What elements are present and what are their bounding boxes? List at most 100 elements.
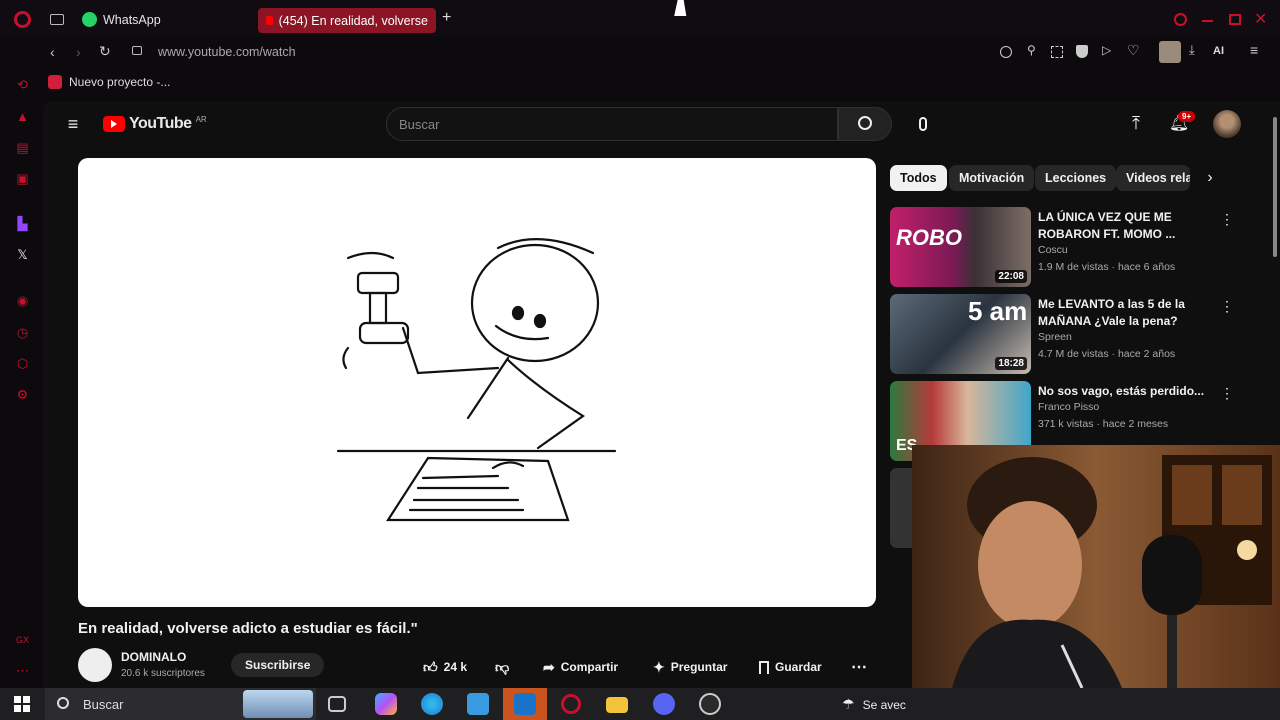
copilot-icon[interactable]	[375, 693, 397, 715]
more-actions-icon[interactable]: ⋯	[851, 654, 867, 680]
flow-icon[interactable]: ⟲	[14, 76, 31, 93]
pinboard-icon[interactable]: ▲	[14, 108, 31, 125]
search-button[interactable]	[838, 107, 892, 141]
more-icon[interactable]: ⋯	[14, 662, 31, 679]
youtube-play-icon	[103, 116, 125, 132]
maximize-icon[interactable]	[1229, 14, 1241, 25]
store-icon[interactable]	[467, 693, 489, 715]
scrollbar[interactable]	[1270, 101, 1280, 446]
chip-videos-relacionados[interactable]: Videos rela	[1116, 165, 1190, 191]
play-icon[interactable]: ▷	[1102, 43, 1111, 57]
notif-badge: 9+	[1178, 111, 1196, 122]
subscribe-button[interactable]: Suscribirse	[231, 653, 325, 677]
bookmark-icon	[759, 660, 769, 674]
more-options-icon[interactable]: ⋮	[1220, 385, 1234, 402]
mic-icon[interactable]	[913, 113, 933, 135]
whatsapp-icon	[82, 12, 97, 27]
extensions-icon[interactable]: ⬡	[14, 355, 31, 372]
history-icon[interactable]: ◷	[14, 324, 31, 341]
hamburger-menu-icon[interactable]: ≡	[64, 113, 82, 135]
channel-name: Franco Pisso	[1038, 401, 1100, 413]
steam-icon[interactable]	[699, 693, 721, 715]
taskbar-search-input[interactable]: Buscar	[45, 688, 316, 720]
tab-youtube-active[interactable]: (454) En realidad, volverse	[258, 8, 436, 33]
video-title: Me LEVANTO a las 5 de la MAÑANA ¿Vale la…	[1038, 297, 1185, 328]
settings-icon[interactable]: ⚙	[14, 386, 31, 403]
youtube-logo[interactable]: YouTube AR	[103, 115, 207, 133]
close-icon[interactable]: ✕	[1254, 9, 1267, 29]
video-meta: 371 k vistas · hace 2 meses	[1038, 418, 1169, 430]
shield-icon[interactable]	[1076, 45, 1088, 58]
opera-logo-icon[interactable]	[14, 11, 31, 28]
opera-icon[interactable]	[561, 694, 581, 714]
ask-button[interactable]: ✦ Preguntar	[653, 654, 727, 680]
mail-icon[interactable]: ▣	[14, 170, 31, 187]
gx-icon[interactable]: GX	[14, 631, 31, 648]
snapshot-icon[interactable]	[1051, 46, 1063, 58]
more-options-icon[interactable]: ⋮	[1220, 211, 1234, 228]
list-item[interactable]: ROBO 22:08 LA ÚNICA VEZ QUE ME ROBARON F…	[890, 207, 1240, 287]
upload-icon[interactable]: ⤒	[1126, 111, 1146, 135]
share-button[interactable]: ➦ Compartir	[543, 654, 618, 680]
address-bar: ‹ › ↻ www.youtube.com/watch ⚲ ▷ ♡ ⤓ AI ≡	[0, 36, 1280, 68]
thumb-text: ROBO	[896, 225, 962, 250]
dislike-button[interactable]: 👎︎	[495, 654, 509, 680]
extension-avatar[interactable]	[1159, 41, 1181, 63]
reload-icon[interactable]: ↻	[99, 43, 111, 60]
workspaces-icon[interactable]	[50, 14, 64, 25]
windows-start-icon[interactable]	[14, 696, 30, 712]
webcam-overlay	[912, 445, 1280, 688]
aria-ai-button[interactable]: AI	[1213, 45, 1224, 57]
menu-icon[interactable]: ≡	[1250, 42, 1258, 58]
forward-icon[interactable]: ›	[76, 44, 81, 60]
edge-icon[interactable]	[421, 693, 443, 715]
weather-widget[interactable]: ☂ Se avec	[842, 696, 906, 713]
save-label: Guardar	[775, 660, 822, 674]
like-count: 24 k	[443, 660, 467, 674]
search-tabs-icon[interactable]	[1174, 13, 1187, 26]
download-icon[interactable]: ⤓	[1189, 42, 1195, 58]
save-button[interactable]: Guardar	[759, 654, 822, 680]
tab-whatsapp[interactable]: WhatsApp	[82, 12, 161, 27]
file-explorer-icon[interactable]	[606, 697, 628, 713]
player-icon[interactable]: ◉	[14, 292, 31, 309]
twitch-icon[interactable]: ▙	[14, 215, 31, 232]
search-input[interactable]: Buscar	[386, 107, 838, 141]
heart-icon[interactable]: ♡	[1127, 42, 1140, 59]
weather-text: Se avec	[862, 697, 906, 712]
avatar[interactable]	[1213, 110, 1241, 138]
channel-name: Spreen	[1038, 331, 1072, 343]
url-field[interactable]: www.youtube.com/watch	[158, 45, 296, 59]
back-icon[interactable]: ‹	[50, 44, 55, 60]
thumbs-up-icon: 👍︎	[423, 658, 438, 675]
video-player[interactable]	[78, 158, 876, 607]
news-icon[interactable]: ▤	[14, 139, 31, 156]
bookmark-nuevo-proyecto[interactable]: Nuevo proyecto -...	[48, 75, 170, 89]
discord-icon[interactable]	[653, 693, 675, 715]
outlook-icon[interactable]	[514, 693, 536, 715]
taskbar: Buscar ☂ Se avec	[0, 688, 1280, 720]
pin-icon[interactable]: ⚲	[1027, 43, 1036, 57]
taskbar-search-placeholder: Buscar	[83, 697, 124, 712]
thumbnail: 5 am 18:28	[890, 294, 1031, 374]
minimize-icon[interactable]	[1202, 20, 1213, 22]
chip-todos[interactable]: Todos	[890, 165, 947, 191]
chip-motivacion[interactable]: Motivación	[949, 165, 1035, 191]
stick-figure-illustration	[336, 238, 617, 522]
chip-lecciones[interactable]: Lecciones	[1035, 165, 1117, 191]
umbrella-icon: ☂	[842, 696, 855, 712]
tab-label: (454) En realidad, volverse	[278, 13, 428, 28]
channel-name[interactable]: DOMINALO	[121, 650, 186, 664]
like-button[interactable]: 👍︎ 24 k	[423, 654, 467, 680]
region-label: AR	[195, 114, 207, 124]
channel-avatar[interactable]	[78, 648, 112, 682]
chevron-right-icon[interactable]: ›	[1201, 167, 1219, 189]
new-tab-button[interactable]: +	[442, 9, 451, 27]
logo-text: YouTube	[129, 115, 192, 132]
more-options-icon[interactable]: ⋮	[1220, 298, 1234, 315]
list-item[interactable]: 5 am 18:28 Me LEVANTO a las 5 de la MAÑA…	[890, 294, 1240, 374]
share-label: Compartir	[560, 660, 619, 674]
x-twitter-icon[interactable]: 𝕏	[14, 246, 31, 263]
zoom-icon[interactable]	[1000, 46, 1012, 58]
task-view-icon[interactable]	[328, 696, 346, 712]
